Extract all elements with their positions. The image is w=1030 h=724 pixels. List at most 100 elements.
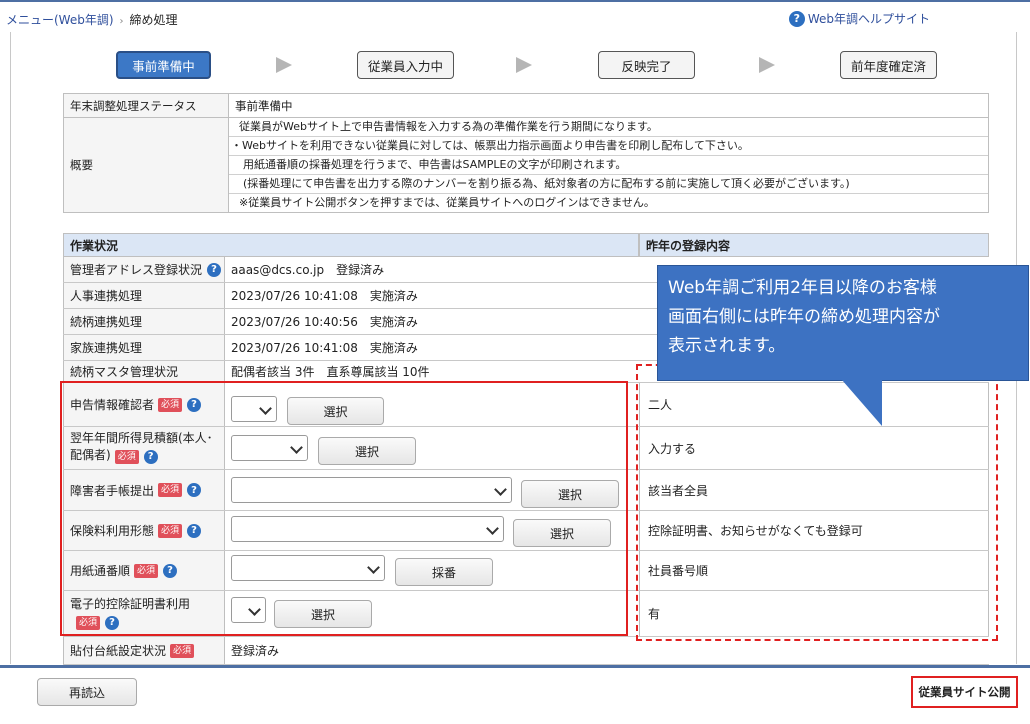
row-label: 貼付台紙設定状況 必須 [63, 637, 225, 664]
last-year-header: 昨年の登録内容 [639, 233, 989, 257]
paper-serial-number-button[interactable]: 採番 [395, 558, 493, 586]
top-bar: メニュー(Web年調) › 締め処理 ? Web年調ヘルプサイト [0, 0, 1030, 34]
row-label: 保険料利用形態 必須? [63, 511, 225, 550]
last-year-value: 入力する [639, 427, 989, 469]
row-label-text: 管理者アドレス登録状況 [70, 263, 203, 277]
breadcrumb-current: 締め処理 [129, 13, 178, 27]
callout-tail [842, 380, 882, 426]
breadcrumb-home-link[interactable]: メニュー(Web年調) [6, 13, 114, 27]
overview-line: 用紙通番順の採番処理を行うまで、申告書はSAMPLEの文字が印刷されます。 [229, 156, 988, 175]
callout-bubble: Web年調ご利用2年目以降のお客様 画面右側には昨年の締め処理内容が 表示されま… [657, 265, 1029, 381]
step-previous-year-confirmed: 前年度確定済 [840, 51, 937, 79]
row-label: 翌年年間所得見積額(本人･配偶者) 必須? [63, 427, 225, 469]
help-icon[interactable]: ? [105, 615, 120, 630]
row-label: 管理者アドレス登録状況? [63, 257, 225, 282]
chevron-down-icon [367, 561, 380, 574]
overview-line: ・Webサイトを利用できない従業員に対しては、帳票出力指示画面より申告書を印刷し… [229, 137, 988, 156]
disability-card-select[interactable] [231, 477, 512, 503]
table-row: 貼付台紙設定状況 必須 登録済み [63, 637, 989, 665]
chevron-down-icon [494, 483, 507, 496]
reload-button[interactable]: 再読込 [37, 678, 137, 706]
help-icon[interactable]: ? [143, 449, 158, 464]
chevron-down-icon [290, 441, 303, 454]
callout-line: 表示されます。 [668, 336, 786, 356]
help-icon: ? [788, 10, 805, 27]
row-label: 続柄マスタ管理状況 [63, 361, 225, 382]
last-year-value: 有 [639, 591, 989, 636]
step-arrow-icon [759, 57, 775, 73]
row-value: aaas@dcs.co.jp 登録済み [231, 263, 385, 277]
row-value: 2023/07/26 10:40:56 実施済み [231, 315, 418, 329]
last-year-value: 該当者全員 [639, 470, 989, 510]
status-value: 事前準備中 [228, 93, 989, 118]
step-arrow-icon [516, 57, 532, 73]
row-label-text: 用紙通番順 [70, 564, 131, 578]
declaration-checker-select-button[interactable]: 選択 [287, 397, 384, 425]
step-reflection-complete: 反映完了 [598, 51, 695, 79]
publish-employee-site-button[interactable]: 従業員サイト公開 [911, 676, 1018, 708]
disability-card-select-button[interactable]: 選択 [521, 480, 619, 508]
help-icon[interactable]: ? [187, 523, 202, 538]
chevron-down-icon [486, 522, 499, 535]
electronic-certificate-select[interactable] [231, 597, 266, 623]
required-badge: 必須 [158, 483, 183, 497]
row-value: 2023/07/26 10:41:08 実施済み [231, 341, 418, 355]
help-icon[interactable]: ? [187, 483, 202, 497]
row-label: 人事連携処理 [63, 283, 225, 308]
row-label-text: 障害者手帳提出 [70, 483, 155, 498]
status-table: 年末調整処理ステータス 事前準備中 概要 従業員がWebサイト上で申告書情報を入… [63, 93, 989, 213]
row-label-text: 貼付台紙設定状況 [70, 644, 167, 658]
footer-bar [0, 665, 1030, 724]
required-badge: 必須 [76, 616, 101, 630]
status-label: 年末調整処理ステータス [63, 93, 229, 118]
form-row-paper-serial: 用紙通番順 必須? 社員番号順 [63, 551, 989, 591]
electronic-certificate-select-button[interactable]: 選択 [274, 600, 372, 628]
row-label-text: 保険料利用形態 [70, 524, 155, 538]
row-value: 登録済み [231, 644, 280, 658]
row-label: 用紙通番順 必須? [63, 551, 225, 590]
row-label-text: 電子的控除証明書利用 [70, 597, 191, 611]
callout-line: 画面右側には昨年の締め処理内容が [668, 307, 940, 327]
required-badge: 必須 [158, 523, 183, 538]
help-icon[interactable]: ? [163, 563, 178, 578]
income-estimate-select[interactable] [231, 435, 308, 461]
help-icon[interactable]: ? [187, 397, 202, 412]
overview-line: 従業員がWebサイト上で申告書情報を入力する為の準備作業を行う期間になります。 [229, 118, 988, 137]
row-label: 電子的控除証明書利用必須? [63, 591, 225, 636]
help-link-label: Web年調ヘルプサイト [807, 12, 930, 26]
row-label: 続柄連携処理 [63, 309, 225, 334]
row-value: 2023/07/26 10:41:08 実施済み [231, 289, 418, 303]
help-link[interactable]: ? Web年調ヘルプサイト [788, 10, 930, 27]
required-badge: 必須 [114, 450, 139, 464]
row-label: 申告情報確認者 必須? [63, 383, 225, 426]
overview-line: ※従業員サイト公開ボタンを押すまでは、従業員サイトへのログインはできません。 [239, 196, 655, 209]
step-pre-preparation: 事前準備中 [116, 51, 211, 79]
overview-line: (採番処理にて申告書を出力する際のナンバーを割り振る為、紙対象者の方に配布する前… [229, 175, 988, 194]
row-label: 障害者手帳提出 必須? [63, 470, 225, 510]
last-year-value: 控除証明書、お知らせがなくても登録可 [639, 511, 989, 550]
last-year-value: 社員番号順 [639, 551, 989, 590]
step-employee-input: 従業員入力中 [357, 51, 454, 79]
required-badge: 必須 [134, 563, 159, 578]
step-arrow-icon [276, 57, 292, 73]
insurance-usage-select[interactable] [231, 516, 504, 542]
work-status-header: 作業状況 [63, 233, 639, 257]
help-icon[interactable]: ? [207, 262, 222, 277]
income-estimate-select-button[interactable]: 選択 [318, 437, 416, 465]
form-row-income-estimate: 翌年年間所得見積額(本人･配偶者) 必須? 入力する [63, 427, 989, 470]
chevron-down-icon [248, 603, 261, 616]
paper-serial-select[interactable] [231, 555, 385, 581]
breadcrumb: メニュー(Web年調) › 締め処理 [6, 11, 178, 28]
callout-line: Web年調ご利用2年目以降のお客様 [668, 278, 937, 298]
insurance-usage-select-button[interactable]: 選択 [513, 519, 611, 547]
row-label: 家族連携処理 [63, 335, 225, 360]
row-value: 配偶者該当 3件 直系尊属該当 10件 [231, 365, 430, 379]
declaration-checker-select[interactable] [231, 396, 277, 422]
last-year-value: 二人 [639, 383, 989, 426]
overview-label: 概要 [63, 117, 229, 213]
breadcrumb-separator-icon: › [119, 16, 124, 27]
required-badge: 必須 [170, 643, 195, 658]
overview-text: 従業員がWebサイト上で申告書情報を入力する為の準備作業を行う期間になります。 … [228, 117, 989, 213]
form-row-electronic-certificate: 電子的控除証明書利用必須? 有 [63, 591, 989, 637]
required-badge: 必須 [158, 397, 183, 412]
